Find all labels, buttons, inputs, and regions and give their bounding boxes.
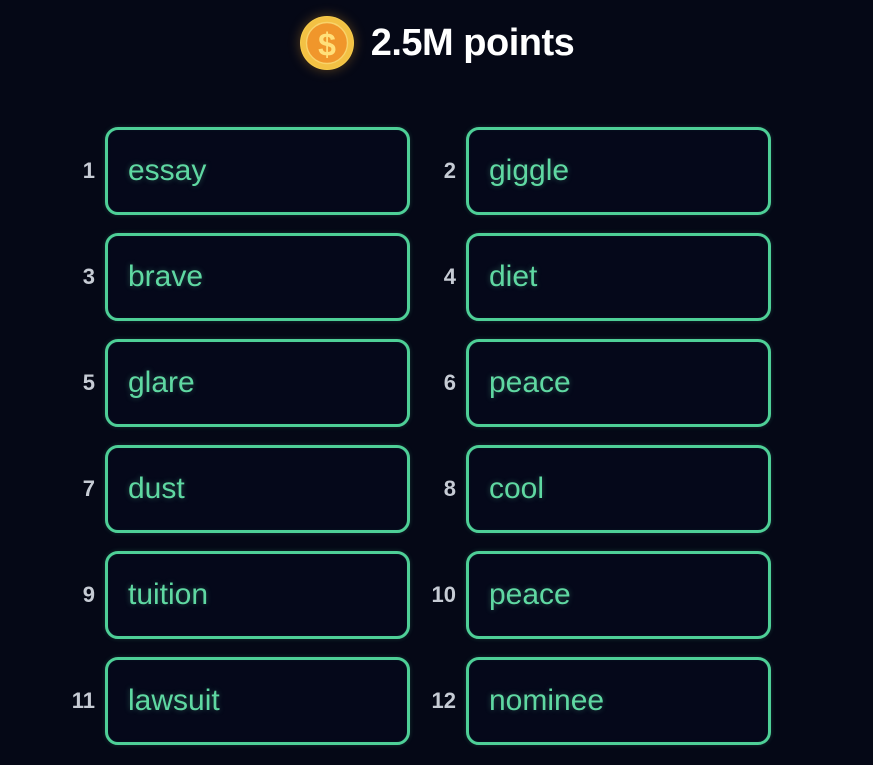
word-box[interactable]: giggle (466, 127, 771, 215)
word-cell: 5 glare (0, 339, 410, 427)
word-index: 2 (443, 158, 456, 183)
word-row: 5 glare 6 peace (0, 339, 873, 427)
word-box[interactable]: diet (466, 233, 771, 321)
word-cell: 1 essay (0, 127, 410, 215)
coin-dollar-icon: $ (299, 16, 354, 70)
word-label: brave (128, 260, 204, 293)
word-label: giggle (489, 154, 570, 187)
word-cell: 10 peace (410, 551, 873, 639)
word-box[interactable]: peace (466, 551, 771, 639)
word-label: cool (489, 472, 545, 505)
word-label: dust (128, 472, 185, 505)
word-box[interactable]: peace (466, 339, 771, 427)
points-header: $ 2.5M points (0, 0, 873, 82)
word-index: 5 (82, 370, 95, 395)
word-index: 3 (82, 264, 95, 289)
word-cell: 9 tuition (0, 551, 410, 639)
word-index: 11 (71, 688, 95, 713)
word-index: 12 (431, 688, 456, 713)
word-box[interactable]: tuition (105, 551, 410, 639)
word-index: 6 (443, 370, 456, 395)
word-box[interactable]: dust (105, 445, 410, 533)
word-index: 9 (82, 582, 95, 607)
word-box[interactable]: essay (105, 127, 410, 215)
word-cell: 3 brave (0, 233, 410, 321)
word-cell: 8 cool (410, 445, 873, 533)
word-index: 8 (443, 476, 456, 501)
word-index: 1 (82, 158, 95, 183)
word-label: peace (489, 578, 571, 611)
svg-text:$: $ (318, 27, 336, 63)
word-cell: 12 nominee (410, 657, 873, 745)
word-label: essay (128, 154, 207, 187)
word-box[interactable]: brave (105, 233, 410, 321)
word-row: 3 brave 4 diet (0, 233, 873, 321)
word-cell: 11 lawsuit (0, 657, 410, 745)
word-box[interactable]: nominee (466, 657, 771, 745)
word-index: 10 (431, 582, 456, 607)
word-row: 11 lawsuit 12 nominee (0, 657, 873, 745)
word-box[interactable]: glare (105, 339, 410, 427)
word-label: nominee (489, 684, 605, 717)
word-label: diet (489, 260, 538, 293)
word-index: 4 (443, 264, 456, 289)
points-label: 2.5M points (370, 22, 575, 64)
word-cell: 2 giggle (410, 127, 873, 215)
word-label: lawsuit (128, 684, 220, 717)
word-cell: 6 peace (410, 339, 873, 427)
word-label: tuition (128, 578, 209, 611)
word-cell: 4 diet (410, 233, 873, 321)
word-cell: 7 dust (0, 445, 410, 533)
word-box[interactable]: cool (466, 445, 771, 533)
word-label: peace (489, 366, 571, 399)
word-row: 1 essay 2 giggle (0, 127, 873, 215)
word-grid: 1 essay 2 giggle 3 brave 4 diet 5 glare … (0, 127, 873, 745)
word-label: glare (128, 366, 195, 399)
word-row: 9 tuition 10 peace (0, 551, 873, 639)
word-row: 7 dust 8 cool (0, 445, 873, 533)
word-index: 7 (82, 476, 95, 501)
word-box[interactable]: lawsuit (105, 657, 410, 745)
